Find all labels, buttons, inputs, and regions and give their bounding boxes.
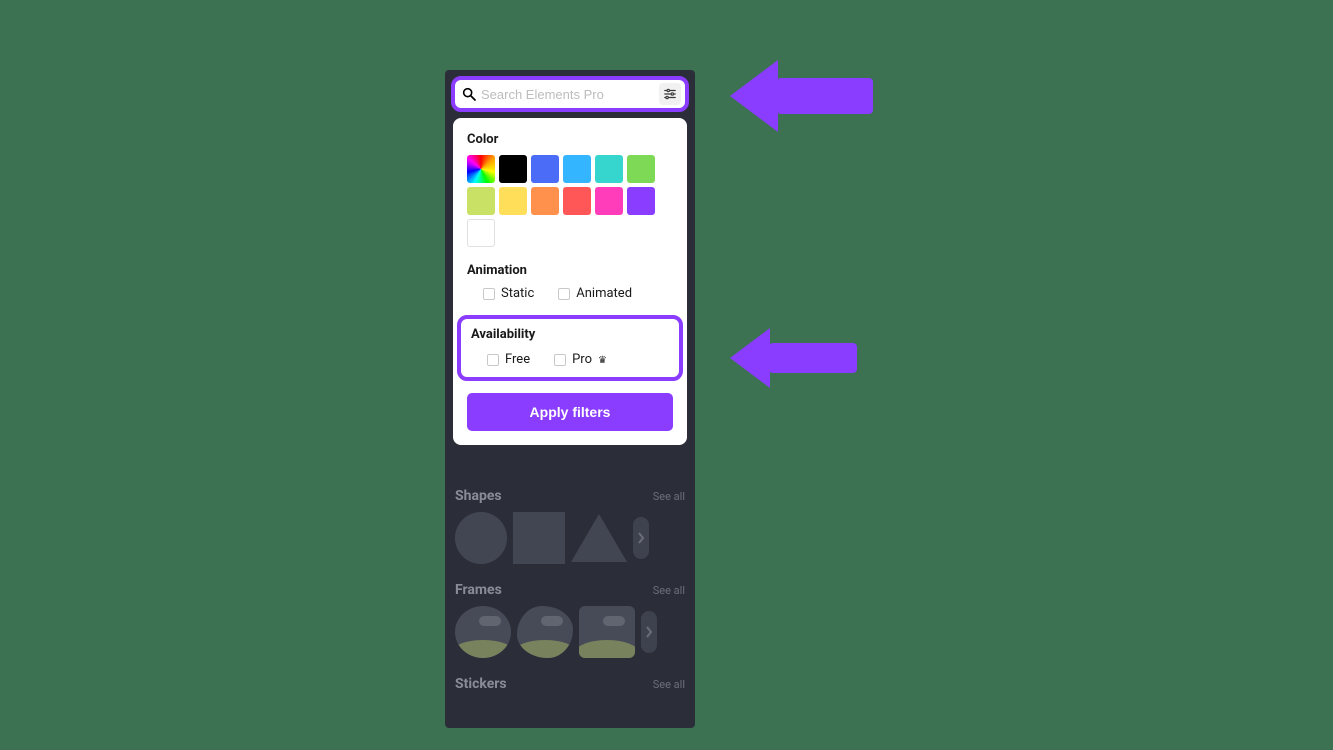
see-all-link[interactable]: See all xyxy=(653,584,685,597)
filter-toggle-button[interactable] xyxy=(659,83,681,105)
checkbox-icon xyxy=(554,354,566,366)
swatch-blue[interactable] xyxy=(531,155,559,183)
checkbox-label: Pro xyxy=(572,352,592,367)
swatch-white[interactable] xyxy=(467,219,495,247)
search-input[interactable] xyxy=(477,87,659,102)
swatch-pink[interactable] xyxy=(595,187,623,215)
checkbox-icon xyxy=(487,354,499,366)
shape-triangle[interactable] xyxy=(571,514,627,562)
swatch-sky[interactable] xyxy=(563,155,591,183)
apply-filters-button[interactable]: Apply filters xyxy=(467,393,673,431)
animation-options: Static Animated xyxy=(467,286,673,301)
category-title: Frames xyxy=(455,582,502,598)
frame-circle[interactable] xyxy=(455,606,511,658)
swatch-lime[interactable] xyxy=(467,187,495,215)
checkbox-label: Static xyxy=(501,286,534,301)
filter-panel: Color Animation Static Animated xyxy=(453,118,687,445)
frame-blob[interactable] xyxy=(517,606,573,658)
swatch-green[interactable] xyxy=(627,155,655,183)
availability-options: Free Pro ♛ xyxy=(471,352,669,367)
checkbox-static[interactable]: Static xyxy=(483,286,534,301)
sliders-icon xyxy=(663,87,677,101)
category-shapes: Shapes See all xyxy=(455,488,685,564)
swatch-black[interactable] xyxy=(499,155,527,183)
checkbox-animated[interactable]: Animated xyxy=(558,286,632,301)
color-swatches xyxy=(467,155,673,247)
chevron-right-icon xyxy=(637,532,645,544)
chevron-right-icon xyxy=(645,626,653,638)
checkbox-icon xyxy=(558,288,570,300)
swatch-purple[interactable] xyxy=(627,187,655,215)
search-icon xyxy=(461,86,477,102)
crown-icon: ♛ xyxy=(598,355,607,366)
see-all-link[interactable]: See all xyxy=(653,490,685,503)
swatch-orange[interactable] xyxy=(531,187,559,215)
category-title: Stickers xyxy=(455,676,507,692)
category-stickers: Stickers See all xyxy=(455,676,685,692)
shape-square[interactable] xyxy=(513,512,565,564)
checkbox-free[interactable]: Free xyxy=(487,352,530,367)
search-bar[interactable] xyxy=(451,76,689,112)
checkbox-icon xyxy=(483,288,495,300)
filter-color-title: Color xyxy=(467,132,673,147)
category-title: Shapes xyxy=(455,488,502,504)
frame-rect[interactable] xyxy=(579,606,635,658)
see-all-link[interactable]: See all xyxy=(653,678,685,691)
annotation-arrow xyxy=(730,332,880,384)
swatch-yellow[interactable] xyxy=(499,187,527,215)
category-frames: Frames See all xyxy=(455,582,685,658)
swatch-rainbow[interactable] xyxy=(467,155,495,183)
category-list: Shapes See all Frames See all xyxy=(455,488,685,710)
elements-panel: Color Animation Static Animated xyxy=(445,70,695,728)
carousel-next-button[interactable] xyxy=(641,611,657,653)
carousel-next-button[interactable] xyxy=(633,517,649,559)
filter-availability-title: Availability xyxy=(471,327,669,342)
shape-circle[interactable] xyxy=(455,512,507,564)
swatch-red[interactable] xyxy=(563,187,591,215)
checkbox-label: Free xyxy=(505,352,530,367)
swatch-teal[interactable] xyxy=(595,155,623,183)
annotation-arrow xyxy=(730,70,880,122)
filter-animation-title: Animation xyxy=(467,263,673,278)
checkbox-label: Animated xyxy=(576,286,632,301)
availability-highlight: Availability Free Pro ♛ xyxy=(457,315,683,381)
checkbox-pro[interactable]: Pro ♛ xyxy=(554,352,607,367)
